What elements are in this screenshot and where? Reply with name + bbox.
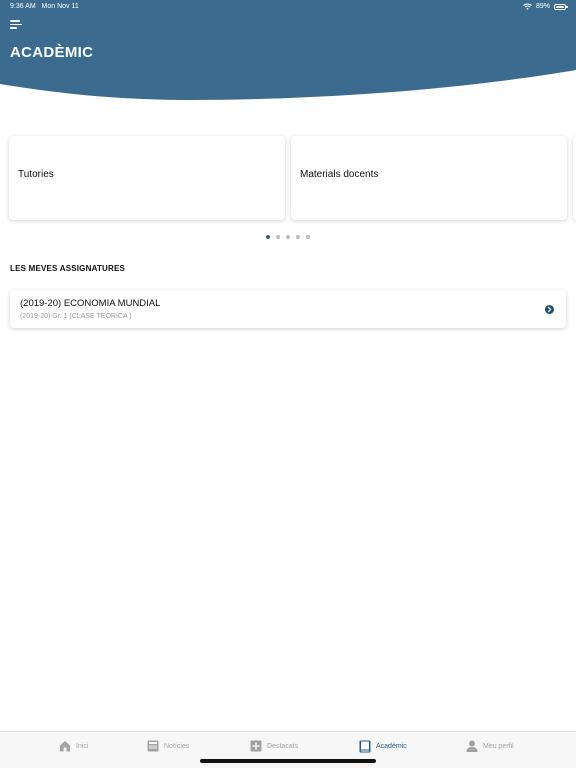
subject-group: (2019-20) Gr. 1 (CLASE TEÓRICA ) — [20, 313, 132, 320]
card-label: Materials docents — [300, 169, 379, 180]
tab-destacats[interactable]: Destacats — [250, 740, 298, 752]
tab-label: Acadèmic — [376, 743, 407, 750]
page-dot-4[interactable] — [296, 235, 300, 239]
tab-label: Destacats — [267, 742, 299, 750]
tab-label: Notícies — [164, 742, 190, 750]
page-title: ACADÈMIC — [10, 44, 94, 61]
wifi-icon — [523, 3, 532, 10]
tab-noticies[interactable]: Notícies — [147, 740, 189, 752]
status-clock: 9:36 AM — [10, 3, 36, 10]
page-dot-5[interactable] — [306, 235, 310, 239]
plus-square-icon — [250, 740, 262, 752]
quick-access-carousel[interactable]: Tutories Materials docents — [0, 134, 576, 224]
status-time: 9:36 AM Mon Nov 11 — [10, 3, 79, 10]
user-icon — [466, 740, 478, 752]
carousel-page-indicator — [0, 235, 576, 239]
subject-name: (2019-20) ECONOMIA MUNDIAL — [20, 298, 161, 309]
battery-percent: 89% — [535, 3, 550, 10]
home-icon — [60, 741, 70, 752]
card-label: Tutories — [18, 169, 54, 180]
battery-icon — [554, 3, 568, 10]
page-dot-3[interactable] — [286, 235, 290, 239]
chevron-right-icon — [545, 305, 554, 314]
app-header: 9:36 AM Mon Nov 11 89% ACADÈMIC — [0, 0, 576, 110]
tab-label: Inici — [76, 742, 89, 750]
book-icon — [359, 740, 371, 753]
tab-inici[interactable]: Inici — [59, 740, 88, 752]
tab-academic[interactable]: Acadèmic — [359, 740, 407, 753]
menu-button[interactable] — [10, 18, 24, 32]
subject-item[interactable]: (2019-20) ECONOMIA MUNDIAL (2019-20) Gr.… — [10, 290, 566, 328]
status-indicators: 89% — [523, 3, 568, 10]
card-materials-docents[interactable]: Materials docents — [291, 136, 567, 220]
home-indicator[interactable] — [200, 759, 376, 763]
card-tutories[interactable]: Tutories — [9, 136, 285, 220]
status-bar: 9:36 AM Mon Nov 11 89% — [0, 0, 576, 14]
page-dot-1[interactable] — [266, 235, 270, 239]
subjects-section-title: LES MEVES ASSIGNATURES — [10, 264, 126, 273]
tab-label: Meu perfil — [483, 742, 514, 750]
page-dot-2[interactable] — [276, 235, 280, 239]
tab-meu-perfil[interactable]: Meu perfil — [466, 740, 514, 752]
news-icon — [147, 740, 159, 752]
status-date: Mon Nov 11 — [41, 3, 79, 10]
